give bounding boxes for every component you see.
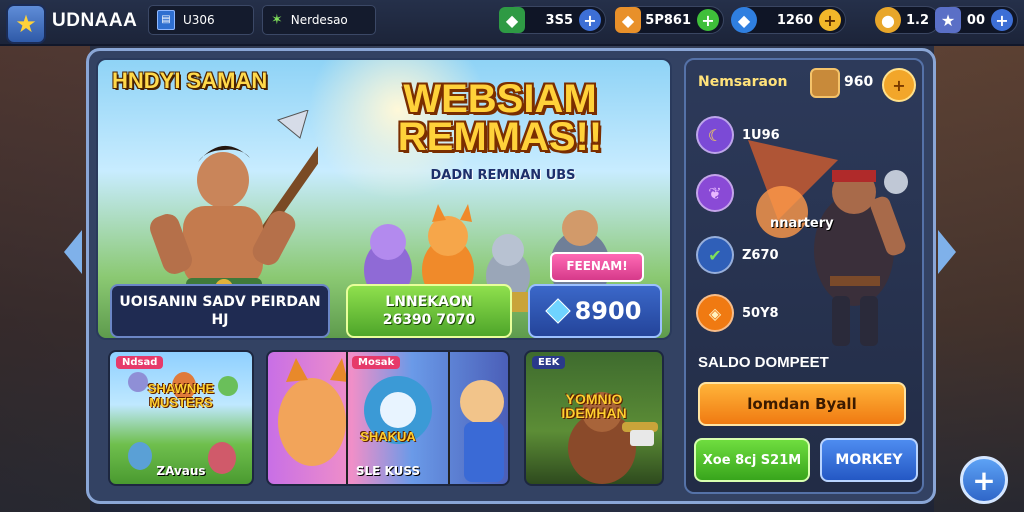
stat-item[interactable]: ☾ 1U96 bbox=[696, 116, 780, 154]
player-id-value: U306 bbox=[183, 13, 215, 27]
stat-item[interactable]: ❦ bbox=[696, 174, 742, 212]
event-info-line-1: UOISANIN SADV PEIRDAN bbox=[119, 294, 321, 310]
background-scenery-right bbox=[934, 40, 1024, 512]
stat-value: Z670 bbox=[742, 247, 779, 263]
resource-star: ★ 00 + bbox=[935, 6, 1018, 34]
hero-banner[interactable]: HNDYI SAMAN WEBSIAM REMMAS!! DADN REMNAN… bbox=[96, 58, 672, 340]
side-panel-title: Nemsaraon bbox=[698, 74, 788, 90]
gem-price-value: 8900 bbox=[574, 297, 642, 325]
checkmark-icon: ✔ bbox=[696, 236, 734, 274]
hero-tag-title: HNDYI SAMAN bbox=[112, 68, 268, 93]
stat-item[interactable]: ◈ 50Y8 bbox=[696, 294, 779, 332]
stat-item[interactable]: ✔ Z670 bbox=[696, 236, 779, 274]
orange-crystal-icon: ◆ bbox=[615, 7, 641, 33]
leaf-icon: ❦ bbox=[696, 174, 734, 212]
game-tile[interactable]: Mosak SHAKUA SLE KUSS bbox=[266, 350, 510, 486]
tile-footer: SLE KUSS bbox=[355, 464, 421, 478]
claim-button-label: LNNEKAON bbox=[385, 294, 473, 310]
hero-title-line-2: REMMAS!! bbox=[397, 115, 603, 159]
tile-badge: Mosak bbox=[352, 356, 401, 369]
gem-price-button[interactable]: 8900 bbox=[528, 284, 662, 338]
claim-button[interactable]: LNNEKAON 26390 7070 bbox=[346, 284, 512, 338]
star-icon[interactable]: ★ bbox=[6, 4, 46, 44]
id-card-icon: ▤ bbox=[157, 10, 175, 30]
tile-title: SHAKUA bbox=[360, 429, 416, 444]
side-panel-add-button[interactable]: + bbox=[882, 68, 916, 102]
side-panel: Nemsaraon 960 + ☾ 1U96 ❦ ✔ Z670 ◈ 50Y8 n… bbox=[684, 58, 924, 494]
resource-coin-value: 1.2 bbox=[905, 12, 929, 28]
resource-star-value: 00 bbox=[966, 12, 985, 28]
wallet-balance-heading: SALDO DOMPEET bbox=[698, 354, 829, 371]
top-bar: ★ UDNAAA ▤ U306 ✶ Nerdesao ◆ 3S5 + ◆ 5P8… bbox=[0, 0, 1024, 46]
hero-subtitle: DADN REMNAN UBS bbox=[430, 168, 576, 183]
green-gem-icon: ◆ bbox=[499, 7, 525, 33]
floating-add-button[interactable]: + bbox=[960, 456, 1008, 504]
app-title: UDNAAA bbox=[52, 10, 138, 31]
stat-value: 1U96 bbox=[742, 127, 780, 143]
villain-name-label: nnartery bbox=[770, 216, 834, 231]
hero-title: WEBSIAM REMMAS!! bbox=[380, 77, 620, 159]
previous-arrow-button[interactable] bbox=[64, 230, 82, 274]
monkey-button[interactable]: MORKEY bbox=[820, 438, 918, 482]
add-crystal-button[interactable]: + bbox=[697, 9, 719, 31]
game-tile[interactable]: EEK YOMNIO IDEMHAN bbox=[524, 350, 664, 486]
stat-value: 50Y8 bbox=[742, 305, 779, 321]
sparkle-icon: ✶ bbox=[271, 12, 283, 28]
star-icon: ★ bbox=[935, 7, 961, 33]
banana-icon: ☾ bbox=[696, 116, 734, 154]
add-emerald-button[interactable]: + bbox=[579, 9, 601, 31]
promo-ribbon: FEENAM! bbox=[550, 252, 644, 282]
game-tile[interactable]: Ndsad SHAWNHE MUSTERS ZAvaus bbox=[108, 350, 254, 486]
tile-footer: ZAvaus bbox=[156, 464, 206, 478]
resource-coin: ● 1.2 bbox=[875, 6, 940, 34]
blue-gem-icon bbox=[544, 298, 571, 324]
blue-gem-icon: ◆ bbox=[731, 7, 757, 33]
claim-button-value: 26390 7070 bbox=[382, 312, 476, 328]
hero-title-line-1: WEBSIAM bbox=[403, 77, 597, 121]
gold-coin-icon: ● bbox=[875, 7, 901, 33]
add-star-button[interactable]: + bbox=[991, 9, 1013, 31]
resource-emerald-value: 3S5 bbox=[545, 12, 573, 28]
resource-emerald: ◆ 3S5 + bbox=[499, 6, 606, 34]
treasure-chest-icon bbox=[810, 68, 840, 98]
next-arrow-button[interactable] bbox=[938, 230, 956, 274]
player-name-field[interactable]: ✶ Nerdesao bbox=[262, 5, 376, 35]
add-sapphire-button[interactable]: + bbox=[819, 9, 841, 31]
player-name-value: Nerdesao bbox=[290, 13, 348, 27]
side-panel-coin-value: 960 bbox=[844, 74, 874, 90]
balance-button[interactable]: Xoe 8cj S21M bbox=[694, 438, 810, 482]
player-id-field[interactable]: ▤ U306 bbox=[148, 5, 254, 35]
tile-badge: Ndsad bbox=[116, 356, 164, 369]
resource-crystal-value: 5P861 bbox=[645, 12, 691, 28]
resource-crystal: ◆ 5P861 + bbox=[615, 6, 724, 34]
diamond-icon: ◈ bbox=[696, 294, 734, 332]
wallet-action-button[interactable]: lomdan Byall bbox=[698, 382, 906, 426]
tile-badge: EEK bbox=[532, 356, 566, 369]
resource-sapphire: ◆ 1260 + bbox=[731, 6, 846, 34]
tile-title: SHAWNHE MUSTERS bbox=[147, 381, 215, 410]
background-scenery-left bbox=[0, 40, 90, 512]
event-info-card[interactable]: UOISANIN SADV PEIRDAN HJ bbox=[110, 284, 330, 338]
event-info-line-2: HJ bbox=[211, 312, 229, 328]
resource-sapphire-value: 1260 bbox=[776, 12, 813, 28]
tile-title: YOMNIO IDEMHAN bbox=[561, 391, 627, 421]
